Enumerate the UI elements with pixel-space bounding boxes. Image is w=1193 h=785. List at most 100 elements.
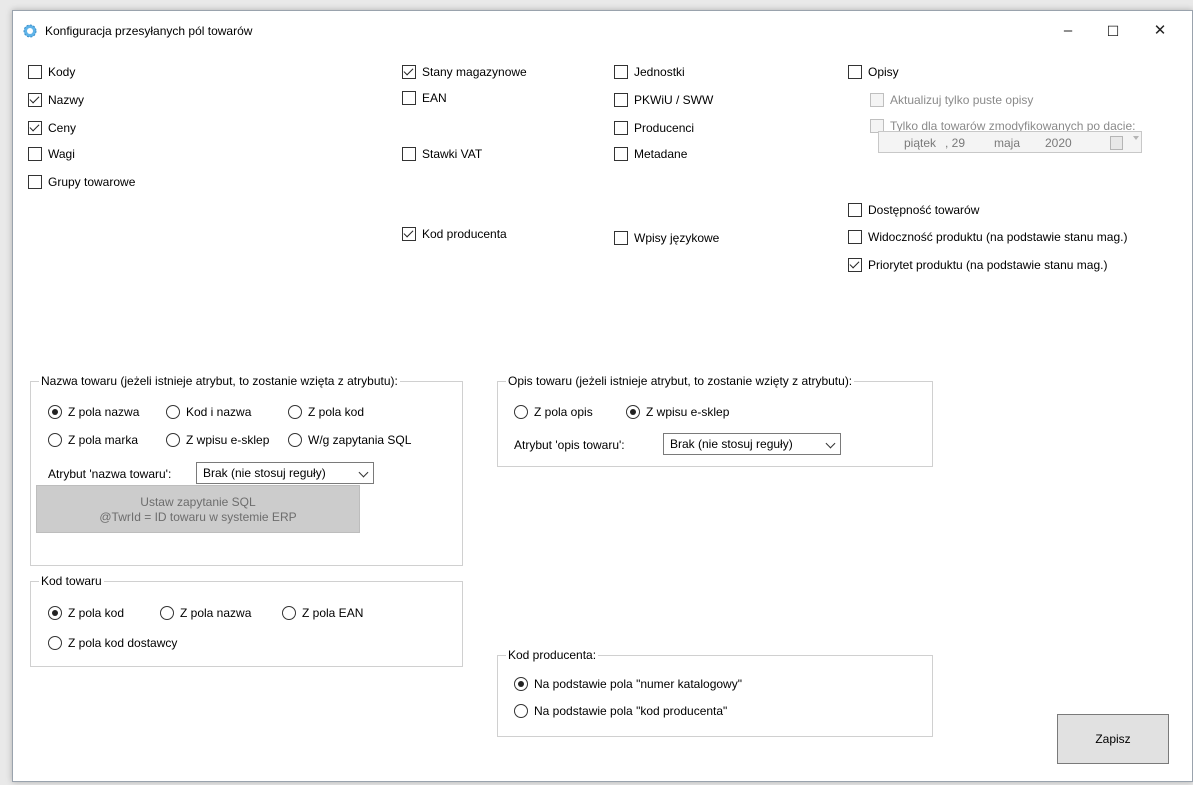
- radio-z-pola-nazwa[interactable]: Z pola nazwa: [48, 405, 139, 419]
- checkbox-label: EAN: [422, 91, 447, 105]
- checkbox-priorytet[interactable]: Priorytet produktu (na podstawie stanu m…: [848, 258, 1107, 272]
- checkbox-box[interactable]: [402, 147, 416, 161]
- radio-kod-producenta[interactable]: Na podstawie pola "kod producenta": [514, 704, 727, 718]
- checkbox-box[interactable]: [848, 203, 862, 217]
- checkbox-pkwiu[interactable]: PKWiU / SWW: [614, 93, 713, 107]
- radio-circle[interactable]: [626, 405, 640, 419]
- calendar-icon[interactable]: [1110, 136, 1123, 150]
- checkbox-kody[interactable]: Kody: [28, 65, 75, 79]
- checkbox-jednostki[interactable]: Jednostki: [614, 65, 685, 79]
- radio-circle[interactable]: [282, 606, 296, 620]
- radio-label: Kod i nazwa: [186, 405, 252, 419]
- checkbox-label: Widoczność produktu (na podstawie stanu …: [868, 230, 1128, 244]
- group-legend: Opis towaru (jeżeli istnieje atrybut, to…: [506, 374, 855, 388]
- radio-circle[interactable]: [48, 405, 62, 419]
- radio-kod-z-pola-ean[interactable]: Z pola EAN: [282, 606, 363, 620]
- radio-circle[interactable]: [160, 606, 174, 620]
- checkbox-label: Kody: [48, 65, 76, 79]
- sql-button-line2: @TwrId = ID towaru w systemie ERP: [99, 510, 297, 524]
- checkbox-box[interactable]: [614, 93, 628, 107]
- radio-label: Na podstawie pola "numer katalogowy": [534, 677, 742, 691]
- radio-circle[interactable]: [514, 405, 528, 419]
- chevron-down-icon[interactable]: [1133, 136, 1139, 140]
- app-icon: [23, 24, 37, 38]
- chevron-down-icon: [358, 467, 369, 478]
- checkbox-box[interactable]: [870, 93, 884, 107]
- radio-circle[interactable]: [48, 636, 62, 650]
- attr-opis-select[interactable]: Brak (nie stosuj reguły): [663, 433, 841, 455]
- group-kod-producenta: Kod producenta:: [497, 648, 933, 737]
- radio-kod-z-pola-nazwa[interactable]: Z pola nazwa: [160, 606, 251, 620]
- checkbox-box[interactable]: [28, 175, 42, 189]
- maximize-button[interactable]: ☐: [1098, 17, 1128, 45]
- radio-wg-zapytania-sql[interactable]: W/g zapytania SQL: [288, 433, 411, 447]
- checkbox-box[interactable]: [614, 147, 628, 161]
- checkbox-wagi[interactable]: Wagi: [28, 147, 75, 161]
- checkbox-box[interactable]: [848, 65, 862, 79]
- radio-circle[interactable]: [166, 405, 180, 419]
- checkbox-box[interactable]: [614, 121, 628, 135]
- checkbox-stany[interactable]: Stany magazynowe: [402, 65, 527, 79]
- checkbox-box[interactable]: [614, 231, 628, 245]
- attr-nazwa-label: Atrybut 'nazwa towaru':: [48, 467, 172, 481]
- radio-circle[interactable]: [48, 433, 62, 447]
- minimize-button[interactable]: –: [1053, 17, 1083, 45]
- checkbox-box[interactable]: [848, 258, 862, 272]
- checkbox-aktualizuj-puste[interactable]: Aktualizuj tylko puste opisy: [870, 93, 1033, 107]
- date-picker[interactable]: piątek , 29 maja 2020: [878, 131, 1142, 153]
- checkbox-opisy[interactable]: Opisy: [848, 65, 899, 79]
- checkbox-box[interactable]: [402, 91, 416, 105]
- radio-kod-z-pola-kod[interactable]: Z pola kod: [48, 606, 124, 620]
- checkbox-wpisy-jezykowe[interactable]: Wpisy językowe: [614, 231, 719, 245]
- checkbox-label: Wpisy językowe: [634, 231, 720, 245]
- checkbox-box[interactable]: [402, 227, 416, 241]
- checkbox-box[interactable]: [28, 93, 42, 107]
- radio-circle[interactable]: [514, 677, 528, 691]
- checkbox-metadane[interactable]: Metadane: [614, 147, 687, 161]
- checkbox-ean[interactable]: EAN: [402, 91, 447, 105]
- checkbox-box[interactable]: [28, 147, 42, 161]
- group-legend: Kod producenta:: [506, 648, 599, 662]
- checkbox-box[interactable]: [614, 65, 628, 79]
- radio-circle[interactable]: [288, 405, 302, 419]
- close-button[interactable]: ✕: [1145, 17, 1175, 45]
- window-title: Konfiguracja przesyłanych pól towarów: [45, 24, 253, 38]
- checkbox-box[interactable]: [402, 65, 416, 79]
- date-year: 2020: [1045, 136, 1072, 150]
- checkbox-box[interactable]: [28, 65, 42, 79]
- set-sql-query-button[interactable]: Ustaw zapytanie SQL @TwrId = ID towaru w…: [36, 485, 360, 533]
- checkbox-box[interactable]: [28, 121, 42, 135]
- save-button[interactable]: Zapisz: [1057, 714, 1169, 764]
- radio-circle[interactable]: [166, 433, 180, 447]
- radio-opis-z-wpisu-esklep[interactable]: Z wpisu e-sklep: [626, 405, 729, 419]
- radio-z-wpisu-esklep[interactable]: Z wpisu e-sklep: [166, 433, 269, 447]
- checkbox-ceny[interactable]: Ceny: [28, 121, 76, 135]
- sql-button-line1: Ustaw zapytanie SQL: [140, 495, 256, 509]
- radio-label: Z wpisu e-sklep: [186, 433, 270, 447]
- checkbox-box[interactable]: [848, 230, 862, 244]
- checkbox-label: Dostępność towarów: [868, 203, 980, 217]
- radio-circle[interactable]: [514, 704, 528, 718]
- checkbox-label: Ceny: [48, 121, 77, 135]
- radio-label: Z pola nazwa: [68, 405, 140, 419]
- checkbox-nazwy[interactable]: Nazwy: [28, 93, 84, 107]
- radio-numer-katalogowy[interactable]: Na podstawie pola "numer katalogowy": [514, 677, 742, 691]
- radio-circle[interactable]: [48, 606, 62, 620]
- checkbox-label: Opisy: [868, 65, 899, 79]
- date-day: , 29: [945, 136, 966, 150]
- checkbox-producenci[interactable]: Producenci: [614, 121, 694, 135]
- radio-label: Z pola marka: [68, 433, 139, 447]
- radio-z-pola-marka[interactable]: Z pola marka: [48, 433, 138, 447]
- checkbox-kod-producenta[interactable]: Kod producenta: [402, 227, 507, 241]
- radio-kod-i-nazwa[interactable]: Kod i nazwa: [166, 405, 251, 419]
- checkbox-vat[interactable]: Stawki VAT: [402, 147, 482, 161]
- attr-nazwa-select[interactable]: Brak (nie stosuj reguły): [196, 462, 374, 484]
- radio-circle[interactable]: [288, 433, 302, 447]
- radio-opis-z-pola-opis[interactable]: Z pola opis: [514, 405, 593, 419]
- checkbox-widocznosc[interactable]: Widoczność produktu (na podstawie stanu …: [848, 230, 1127, 244]
- radio-kod-z-pola-kod-dostawcy[interactable]: Z pola kod dostawcy: [48, 636, 177, 650]
- checkbox-grupy[interactable]: Grupy towarowe: [28, 175, 135, 189]
- radio-z-pola-kod[interactable]: Z pola kod: [288, 405, 364, 419]
- checkbox-dostepnosc[interactable]: Dostępność towarów: [848, 203, 979, 217]
- radio-label: W/g zapytania SQL: [308, 433, 412, 447]
